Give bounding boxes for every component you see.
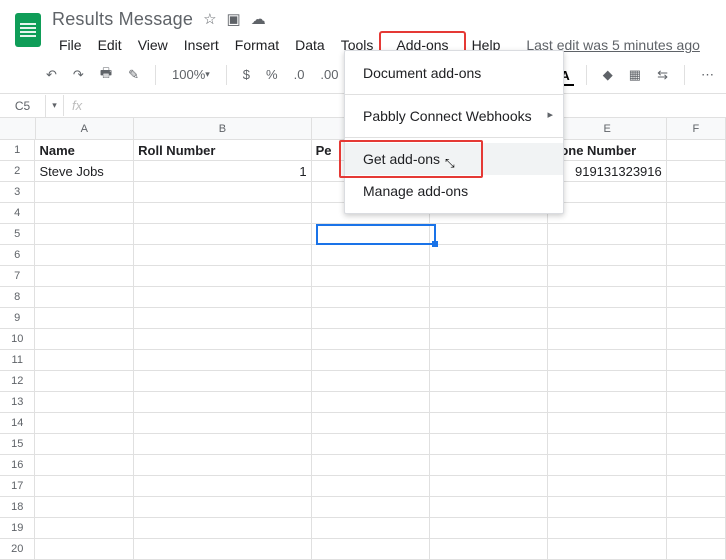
cursor-icon: ⤡ [445, 156, 455, 171]
row-header[interactable]: 5 [0, 224, 35, 244]
row-header[interactable]: 3 [0, 182, 35, 202]
zoom-select[interactable]: 100% [168, 63, 214, 86]
decrease-decimal-button[interactable]: .0 [290, 63, 309, 86]
col-header-e[interactable]: E [548, 118, 666, 139]
row-header[interactable]: 8 [0, 287, 35, 307]
merge-icon[interactable]: ⇆ [653, 63, 672, 87]
formula-bar[interactable]: fx [64, 98, 90, 113]
menu-data[interactable]: Data [288, 34, 332, 56]
sheets-logo[interactable] [8, 10, 48, 50]
row-header[interactable]: 19 [0, 518, 35, 538]
cell[interactable] [667, 140, 726, 160]
row-header[interactable]: 11 [0, 350, 35, 370]
row-header[interactable]: 20 [0, 539, 35, 559]
more-icon[interactable]: ⋯ [697, 63, 718, 87]
addons-dropdown: Document add-ons Pabbly Connect Webhooks… [344, 50, 564, 214]
col-header-a[interactable]: A [36, 118, 135, 139]
name-box[interactable]: C5 [0, 95, 46, 117]
menu-view[interactable]: View [131, 34, 175, 56]
cell[interactable]: 919131323916 [548, 161, 666, 181]
row-header[interactable]: 14 [0, 413, 35, 433]
doc-title[interactable]: Results Message [52, 9, 193, 30]
menu-item-document-addons[interactable]: Document add-ons [345, 57, 563, 89]
row-header[interactable]: 15 [0, 434, 35, 454]
row-header[interactable]: 16 [0, 455, 35, 475]
col-header-f[interactable]: F [667, 118, 726, 139]
row-header[interactable]: 10 [0, 329, 35, 349]
cell[interactable] [667, 161, 726, 181]
row-header[interactable]: 17 [0, 476, 35, 496]
col-header-b[interactable]: B [134, 118, 312, 139]
row-header[interactable]: 6 [0, 245, 35, 265]
row-header[interactable]: 13 [0, 392, 35, 412]
row-header[interactable]: 12 [0, 371, 35, 391]
row-header[interactable]: 4 [0, 203, 35, 223]
menu-item-pabbly-webhooks[interactable]: Pabbly Connect Webhooks [345, 100, 563, 132]
menu-item-manage-addons[interactable]: Manage add-ons [345, 175, 563, 207]
star-icon[interactable]: ☆ [203, 10, 216, 28]
redo-icon[interactable]: ↷ [69, 63, 88, 87]
increase-decimal-button[interactable]: .00 [316, 63, 342, 86]
move-icon[interactable]: ▣ [227, 10, 241, 28]
percent-button[interactable]: % [262, 63, 282, 86]
menu-item-get-addons[interactable]: Get add-ons ⤡ [345, 143, 563, 175]
row-header[interactable]: 18 [0, 497, 35, 517]
menu-edit[interactable]: Edit [91, 34, 129, 56]
undo-icon[interactable]: ↶ [42, 63, 61, 87]
row-header[interactable]: 1 [0, 140, 35, 160]
menu-format[interactable]: Format [228, 34, 286, 56]
borders-icon[interactable]: ▦ [625, 63, 645, 87]
cell[interactable]: Steve Jobs [35, 161, 134, 181]
paint-format-icon[interactable]: ✎ [124, 63, 143, 87]
menu-file[interactable]: File [52, 34, 89, 56]
fill-color-icon[interactable]: ◆ [599, 63, 617, 87]
currency-button[interactable]: $ [239, 63, 254, 86]
cell[interactable]: 1 [134, 161, 311, 181]
row-header[interactable]: 2 [0, 161, 35, 181]
print-icon[interactable]: 🖶 [96, 60, 116, 90]
name-box-dropdown-icon[interactable]: ▾ [46, 95, 64, 116]
cloud-icon[interactable]: ☁ [251, 10, 266, 28]
cell[interactable]: Name [35, 140, 134, 160]
row-header[interactable]: 7 [0, 266, 35, 286]
row-header[interactable]: 9 [0, 308, 35, 328]
cell[interactable]: Roll Number [134, 140, 311, 160]
menu-insert[interactable]: Insert [177, 34, 226, 56]
cell[interactable]: hone Number [548, 140, 666, 160]
